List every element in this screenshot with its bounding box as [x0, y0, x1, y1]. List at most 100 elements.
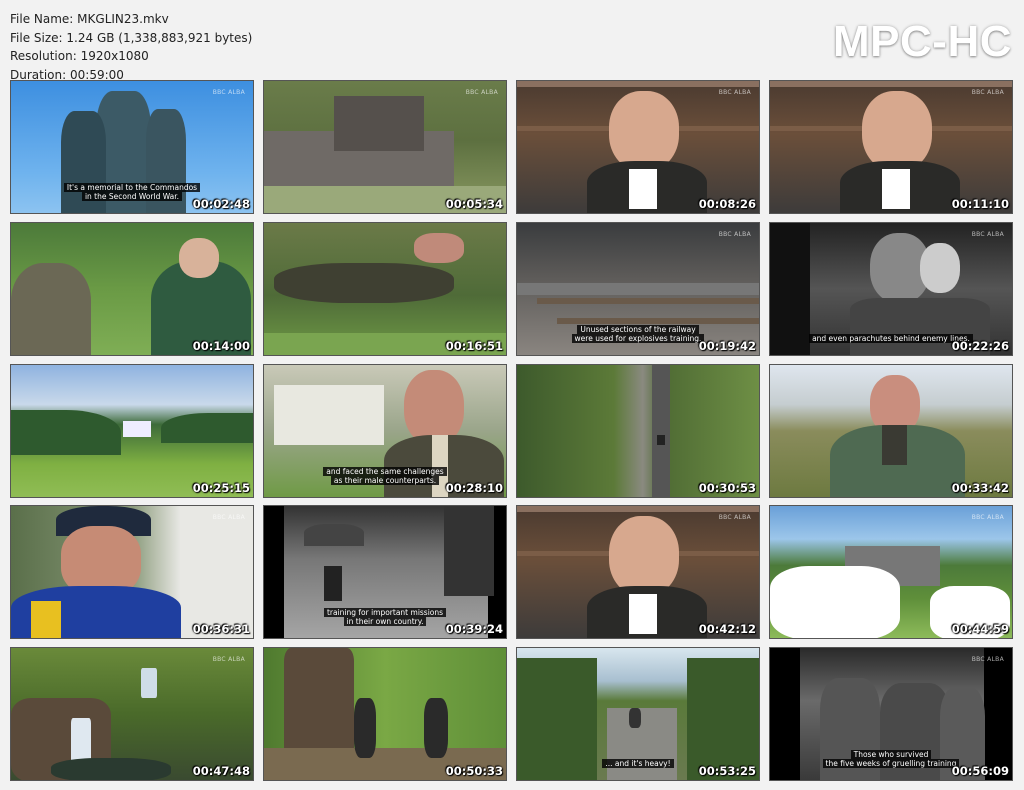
subtitle-text: ... and it's heavy! — [602, 759, 674, 768]
scene-shape — [770, 566, 900, 638]
thumbnail-image — [517, 365, 759, 497]
thumbnail-19: ... and it's heavy! 00:53:25 — [516, 647, 760, 781]
timestamp: 00:11:10 — [951, 197, 1009, 211]
scene-shape — [517, 81, 759, 87]
scene-shape — [274, 385, 384, 445]
scene-shape — [404, 370, 464, 445]
thumbnail-image — [517, 81, 759, 213]
thumbnail-4: BBC ALBA 00:11:10 — [769, 80, 1013, 214]
subtitle-text: were used for explosives training. — [571, 334, 705, 343]
timestamp: 00:47:48 — [192, 764, 250, 778]
thumbnail-8: BBC ALBA and even parachutes behind enemy… — [769, 222, 1013, 356]
subtitle-text: It's a memorial to the Commandos — [63, 183, 201, 192]
timestamp: 00:16:51 — [445, 339, 503, 353]
scene-shape — [141, 668, 157, 698]
scene-shape — [324, 566, 342, 601]
timestamp: 00:39:24 — [445, 622, 503, 636]
thumbnail-image — [264, 648, 506, 780]
thumbnail-grid: BBC ALBA It's a memorial to the Commandos… — [0, 0, 1024, 790]
subtitle-line: Those who survived — [770, 750, 1012, 759]
thumbnail-3: BBC ALBA 00:08:26 — [516, 80, 760, 214]
timestamp: 00:05:34 — [445, 197, 503, 211]
scene-shape — [517, 506, 759, 512]
thumbnail-9: 00:25:15 — [10, 364, 254, 498]
timestamp: 00:14:00 — [192, 339, 250, 353]
thumbnail-image — [770, 365, 1012, 497]
scene-shape — [51, 758, 171, 780]
thumbnail-2: BBC ALBA 00:05:34 — [263, 80, 507, 214]
timestamp: 00:25:15 — [192, 481, 250, 495]
thumbnail-16: BBC ALBA 00:44:59 — [769, 505, 1013, 639]
subtitle-text: Unused sections of the railway — [577, 325, 699, 334]
timestamp: 00:36:31 — [192, 622, 250, 636]
scene-shape — [607, 708, 677, 780]
timestamp: 00:50:33 — [445, 764, 503, 778]
subtitle-line: It's a memorial to the Commandos — [11, 183, 253, 192]
channel-watermark: BBC ALBA — [971, 656, 1004, 663]
subtitle-text: training for important missions — [323, 608, 447, 617]
subtitle-text: as their male counterparts. — [330, 476, 440, 485]
scene-shape — [444, 506, 494, 596]
scene-shape — [274, 263, 454, 303]
channel-watermark: BBC ALBA — [718, 514, 751, 521]
timestamp: 00:22:26 — [951, 339, 1009, 353]
timestamp: 00:44:59 — [951, 622, 1009, 636]
scene-shape — [920, 243, 960, 293]
timestamp: 00:56:09 — [951, 764, 1009, 778]
subtitle-line: Unused sections of the railway — [517, 325, 759, 334]
subtitle-line: and faced the same challenges — [264, 467, 506, 476]
channel-watermark: BBC ALBA — [971, 514, 1004, 521]
scene-shape — [304, 524, 364, 546]
subtitle-line: training for important missions — [264, 608, 506, 617]
thumbnail-image — [11, 365, 253, 497]
channel-watermark: BBC ALBA — [212, 514, 245, 521]
thumbnail-image — [264, 81, 506, 213]
thumbnail-image — [517, 506, 759, 638]
thumbnail-14: training for important missions in their … — [263, 505, 507, 639]
thumbnail-image — [11, 648, 253, 780]
thumbnail-17: BBC ALBA 00:47:48 — [10, 647, 254, 781]
scene-shape — [334, 96, 424, 151]
scene-shape — [537, 298, 759, 304]
timestamp: 00:08:26 — [698, 197, 756, 211]
timestamp: 00:28:10 — [445, 481, 503, 495]
thumbnail-10: and faced the same challenges as their ma… — [263, 364, 507, 498]
scene-shape — [770, 81, 1012, 87]
subtitle-text: and faced the same challenges — [323, 467, 447, 476]
channel-watermark: BBC ALBA — [971, 89, 1004, 96]
channel-watermark: BBC ALBA — [465, 89, 498, 96]
thumbnail-image — [11, 506, 253, 638]
thumbnail-13: BBC ALBA 00:36:31 — [10, 505, 254, 639]
thumbnail-15: BBC ALBA 00:42:12 — [516, 505, 760, 639]
timestamp: 00:02:48 — [192, 197, 250, 211]
thumbnail-image — [770, 81, 1012, 213]
scene-shape — [629, 708, 641, 728]
channel-watermark: BBC ALBA — [212, 89, 245, 96]
thumbnail-18: 00:50:33 — [263, 647, 507, 781]
thumbnail-5: 00:14:00 — [10, 222, 254, 356]
thumbnail-image — [11, 223, 253, 355]
scene-shape — [179, 238, 219, 278]
channel-watermark: BBC ALBA — [212, 656, 245, 663]
thumbnail-image — [770, 506, 1012, 638]
scene-shape — [161, 413, 253, 443]
scene-shape — [882, 169, 910, 209]
thumbnail-image — [264, 223, 506, 355]
scene-shape — [123, 421, 151, 437]
channel-watermark: BBC ALBA — [718, 89, 751, 96]
scene-shape — [424, 698, 448, 758]
timestamp: 00:42:12 — [698, 622, 756, 636]
subtitle-text: and even parachutes behind enemy lines. — [809, 334, 973, 343]
scene-shape — [11, 410, 121, 455]
timestamp: 00:53:25 — [698, 764, 756, 778]
scene-shape — [629, 169, 657, 209]
scene-shape — [11, 263, 91, 355]
scene-shape — [31, 601, 61, 638]
scene-shape — [652, 365, 670, 497]
scene-shape — [517, 283, 759, 295]
timestamp: 00:30:53 — [698, 481, 756, 495]
channel-watermark: BBC ALBA — [718, 231, 751, 238]
scene-shape — [609, 91, 679, 171]
scene-shape — [862, 91, 932, 171]
thumbnail-6: 00:16:51 — [263, 222, 507, 356]
